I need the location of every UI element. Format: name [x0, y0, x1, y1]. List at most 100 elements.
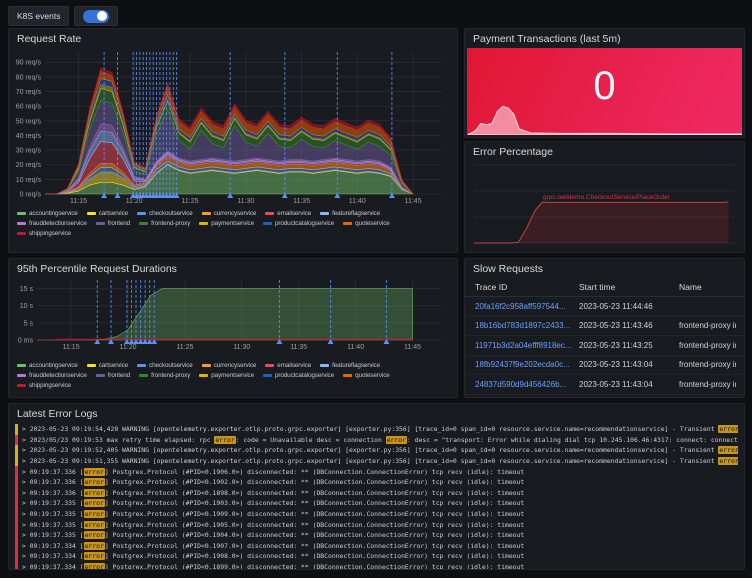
- panel-p95-durations: 95th Percentile Request Durations 0 ms 5 …: [8, 258, 458, 398]
- legend-label: featureflagservice: [332, 210, 380, 217]
- svg-text:70 req/s: 70 req/s: [16, 89, 42, 96]
- legend-item-frontend-proxy[interactable]: frontend-proxy: [139, 219, 190, 228]
- name-cell: frontend-proxy in.: [679, 360, 736, 370]
- log-text: 09:19:37.336 [: [29, 488, 84, 497]
- payment-stat-background[interactable]: 0: [467, 48, 742, 135]
- legend-item-frontend[interactable]: frontend: [95, 371, 130, 380]
- trace-id-link[interactable]: 24837d590d9d456426b...: [473, 380, 577, 389]
- panel-title[interactable]: 95th Percentile Request Durations: [9, 259, 457, 276]
- panel-title[interactable]: Request Rate: [9, 29, 457, 46]
- svg-text:11:35: 11:35: [290, 344, 307, 351]
- svg-text:80 req/s: 80 req/s: [16, 74, 42, 81]
- legend-swatch: [17, 364, 26, 367]
- start-time-cell: 2023-05-23 11:43:46: [579, 321, 653, 331]
- log-line[interactable]: > 09:19:37.336 [error] Postgrex.Protocol…: [15, 466, 738, 477]
- legend-item-accountingservice[interactable]: accountingservice: [17, 361, 78, 370]
- log-line[interactable]: > 09:19:37.335 [error] Postgrex.Protocol…: [15, 508, 738, 520]
- legend-item-shippingservice[interactable]: shippingservice: [17, 229, 71, 238]
- k8s-events-toggle[interactable]: [74, 6, 119, 26]
- legend-item-productcatalogservice[interactable]: productcatalogservice: [262, 371, 334, 380]
- table-row: 9c5e3f607e09af257cbf1...2023-05-23 11:42…: [465, 395, 744, 398]
- log-expand-arrow: >: [22, 499, 30, 508]
- panel-latest-error-logs: Latest Error Logs > 2023-05-23 09:19:54,…: [8, 403, 745, 570]
- legend-item-paymentservice[interactable]: paymentservice: [199, 219, 254, 228]
- column-header-name[interactable]: Name: [677, 279, 736, 296]
- toggle-track[interactable]: [83, 9, 110, 23]
- legend-item-shippingservice[interactable]: shippingservice: [17, 381, 71, 390]
- log-text: 09:19:37.335 [: [29, 510, 84, 519]
- log-line[interactable]: > 2023-05-23 09:19:51,355 WARNING [opent…: [15, 455, 738, 467]
- legend-item-cartservice[interactable]: cartservice: [86, 361, 128, 370]
- legend-label: frontend-proxy: [151, 220, 191, 227]
- log-text: ] Postgrex.Protocol (#PID<0.1907.0>) dis…: [104, 541, 525, 550]
- log-text: ] Postgrex.Protocol (#PID<0.1899.0>) dis…: [104, 563, 525, 570]
- trace-id-link[interactable]: 18b16bd783d1897c2433...: [473, 321, 577, 330]
- legend-label: frauddetectionservice: [29, 372, 87, 379]
- legend-item-frontend[interactable]: frontend: [95, 219, 131, 228]
- log-line[interactable]: > 2023/05/23 09:19:53 max retry time ela…: [15, 434, 738, 446]
- trace-id-link[interactable]: 18fb92437f9e202ecda0c...: [473, 360, 577, 369]
- log-line[interactable]: > 09:19:37.334 [error] Postgrex.Protocol…: [15, 540, 738, 552]
- legend-swatch: [139, 374, 149, 377]
- column-header-start-time[interactable]: Start time: [577, 279, 677, 296]
- dashboard-controls: K8S events: [8, 6, 119, 26]
- legend-item-currencyservice[interactable]: currencyservice: [201, 361, 256, 370]
- svg-text:11:15: 11:15: [70, 198, 87, 205]
- log-line[interactable]: > 09:19:37.335 [error] Postgrex.Protocol…: [15, 519, 738, 530]
- log-text: ] Postgrex.Protocol (#PID<0.1904.0>) dis…: [104, 531, 525, 540]
- legend-item-frontend-proxy[interactable]: frontend-proxy: [139, 371, 190, 380]
- log-error-highlight: error: [385, 435, 407, 444]
- k8s-events-label: K8S events: [17, 11, 61, 21]
- log-line[interactable]: > 09:19:37.336 [error] Postgrex.Protocol…: [15, 487, 738, 499]
- name-cell: frontend-proxy in.: [679, 379, 736, 389]
- legend-swatch: [262, 222, 272, 225]
- legend-item-checkoutservice[interactable]: checkoutservice: [137, 209, 193, 218]
- log-line[interactable]: > 09:19:37.334 [error] Postgrex.Protocol…: [15, 561, 738, 570]
- legend-swatch: [17, 222, 26, 225]
- legend-label: frontend-proxy: [151, 372, 191, 379]
- log-line[interactable]: > 09:19:37.335 [error] Postgrex.Protocol…: [15, 498, 738, 509]
- log-line[interactable]: > 2023-05-23 09:19:54,428 WARNING [opent…: [15, 424, 738, 435]
- log-line[interactable]: > 09:19:37.334 [error] Postgrex.Protocol…: [15, 551, 738, 562]
- legend-item-emailservice[interactable]: emailservice: [265, 209, 311, 218]
- log-error-highlight: error: [718, 425, 738, 434]
- error-series-label[interactable]: grpc.oteldemo.CheckoutService/PlaceOrder: [543, 194, 670, 201]
- trace-id-link[interactable]: 20fa16f2c958aff597544...: [473, 302, 577, 311]
- log-expand-arrow: >: [22, 563, 30, 570]
- error-percentage-chart[interactable]: [470, 159, 739, 249]
- legend-item-featureflagservice[interactable]: featureflagservice: [320, 361, 380, 370]
- request-rate-chart[interactable]: 0 req/s 10 req/s 20 req/s 30 req/s 40 req/s 5…: [9, 46, 447, 208]
- legend-item-accountingservice[interactable]: accountingservice: [17, 209, 78, 218]
- legend-label: paymentservice: [211, 220, 254, 227]
- column-header-trace-id[interactable]: Trace ID: [473, 279, 577, 296]
- panel-title[interactable]: Payment Transactions (last 5m): [465, 29, 744, 46]
- log-expand-arrow: >: [22, 478, 30, 487]
- legend-item-frauddetectionservice[interactable]: frauddetectionservice: [17, 371, 87, 380]
- legend-item-checkoutservice[interactable]: checkoutservice: [137, 361, 193, 370]
- log-line[interactable]: > 09:19:37.336 [error] Postgrex.Protocol…: [15, 476, 738, 488]
- legend-label: frontend: [107, 220, 131, 227]
- legend-label: checkoutservice: [149, 210, 193, 217]
- panel-title[interactable]: Latest Error Logs: [9, 404, 744, 421]
- panel-title[interactable]: Slow Requests: [465, 259, 744, 276]
- panel-title[interactable]: Error Percentage: [465, 142, 744, 159]
- svg-text:90 req/s: 90 req/s: [16, 60, 42, 67]
- legend-item-productcatalogservice[interactable]: productcatalogservice: [262, 219, 334, 228]
- legend-item-featureflagservice[interactable]: featureflagservice: [320, 209, 380, 218]
- panel-payment-transactions: Payment Transactions (last 5m) 0: [464, 28, 745, 138]
- svg-text:0 ms: 0 ms: [18, 338, 34, 345]
- legend-item-frauddetectionservice[interactable]: frauddetectionservice: [17, 219, 87, 228]
- legend-item-paymentservice[interactable]: paymentservice: [199, 371, 254, 380]
- legend-item-cartservice[interactable]: cartservice: [86, 209, 128, 218]
- log-line[interactable]: > 2023-05-23 09:19:52,405 WARNING [opent…: [15, 445, 738, 456]
- legend-item-emailservice[interactable]: emailservice: [265, 361, 311, 370]
- legend-item-currencyservice[interactable]: currencyservice: [201, 209, 256, 218]
- log-text: 09:19:37.335 [: [29, 531, 84, 540]
- log-text: ] Postgrex.Protocol (#PID<0.1902.0>) dis…: [104, 478, 525, 487]
- p95-chart[interactable]: 0 ms 5 s 10 s 15 s 11:15 11:20 11:25 11:30 11:35…: [9, 276, 447, 360]
- log-line[interactable]: > 09:19:37.335 [error] Postgrex.Protocol…: [15, 529, 738, 541]
- trace-id-link[interactable]: 11971b3d2a04efff8918ec...: [473, 341, 577, 350]
- log-expand-arrow: >: [22, 510, 30, 519]
- legend-item-quoteservice[interactable]: quoteservice: [343, 371, 390, 380]
- legend-item-quoteservice[interactable]: quoteservice: [343, 219, 390, 228]
